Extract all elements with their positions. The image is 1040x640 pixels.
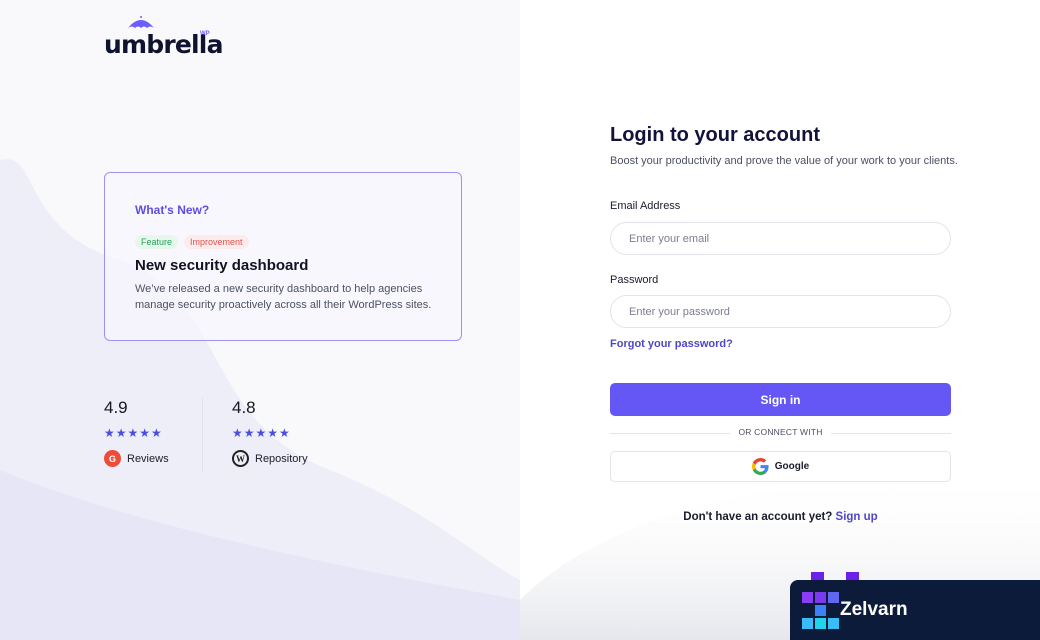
whats-new-card: What's New? Feature Improvement New secu…	[104, 172, 462, 341]
login-title: Login to your account	[610, 124, 820, 146]
sign-in-button[interactable]: Sign in	[610, 383, 951, 416]
star-rating: ★★★★★	[232, 426, 291, 440]
email-placeholder: Enter your email	[629, 232, 710, 245]
left-panel: umbrella WP What's New? Feature Improvem…	[0, 0, 520, 640]
news-headline: New security dashboard	[135, 257, 309, 274]
rating-source-label: Repository	[255, 452, 308, 465]
signup-row: Don't have an account yet? Sign up	[610, 511, 951, 523]
login-subtitle: Boost your productivity and prove the va…	[610, 155, 958, 167]
or-divider: OR CONNECT WITH	[610, 427, 951, 439]
right-panel: Login to your account Boost your product…	[520, 0, 1040, 640]
tag-improvement: Improvement	[184, 235, 249, 249]
rating-score: 4.9	[104, 398, 128, 417]
tag-list: Feature Improvement	[135, 235, 249, 249]
whats-new-title: What's New?	[135, 203, 210, 217]
google-label: Google	[774, 461, 810, 472]
rating-score: 4.8	[232, 398, 256, 417]
news-description: We’ve released a new security dashboard …	[135, 283, 432, 311]
rating-repository: 4.8 ★★★★★ W Repository	[232, 398, 308, 467]
no-account-text: Don't have an account yet?	[683, 511, 833, 523]
password-label: Password	[610, 274, 659, 286]
rating-divider	[202, 398, 203, 472]
zelvarn-logo-icon	[802, 592, 839, 629]
rating-reviews: 4.9 ★★★★★ G Reviews	[104, 398, 169, 467]
google-icon	[751, 458, 769, 475]
umbrella-logo[interactable]: umbrella WP	[104, 16, 223, 59]
divider-line	[831, 433, 951, 434]
rating-source[interactable]: G Reviews	[104, 450, 169, 467]
email-label: Email Address	[610, 200, 681, 212]
forgot-password-link[interactable]: Forgot your password?	[610, 338, 733, 350]
zelvarn-badge: Zelvarn	[790, 580, 1040, 640]
rating-source[interactable]: W Repository	[232, 450, 308, 467]
badge-name: Zelvarn	[840, 599, 908, 620]
password-placeholder: Enter your password	[629, 305, 730, 318]
sign-up-link[interactable]: Sign up	[836, 511, 878, 523]
g2-icon: G	[104, 450, 121, 467]
or-connect-text: OR CONNECT WITH	[738, 427, 823, 437]
email-field[interactable]: Enter your email	[610, 222, 951, 255]
star-rating: ★★★★★	[104, 426, 163, 440]
google-login-button[interactable]: Google	[610, 451, 951, 482]
rating-source-label: Reviews	[127, 452, 169, 465]
tag-feature: Feature	[135, 235, 179, 249]
password-field[interactable]: Enter your password	[610, 295, 951, 328]
logo-suffix: WP	[200, 31, 210, 37]
wordpress-icon: W	[232, 450, 249, 467]
